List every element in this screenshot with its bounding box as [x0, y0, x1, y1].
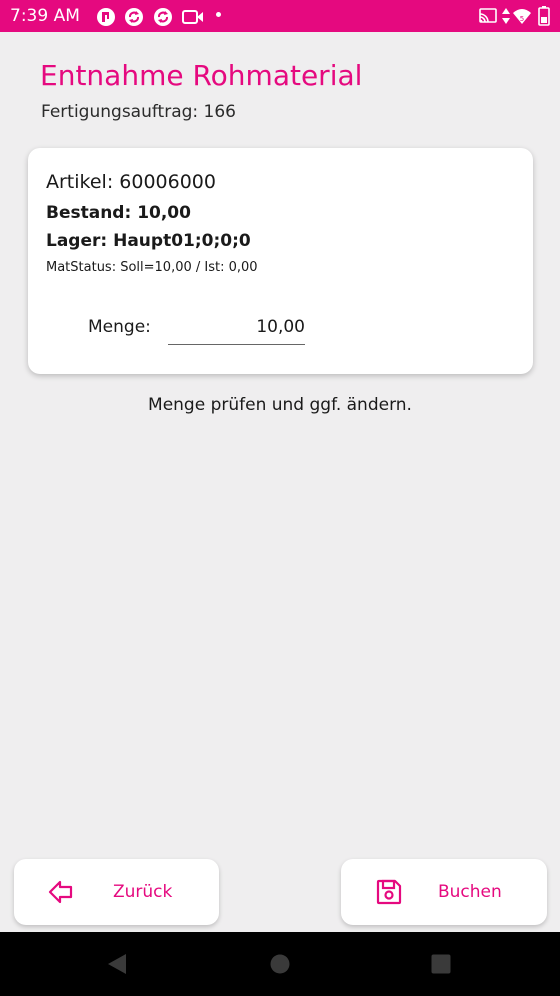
video-icon	[182, 10, 203, 24]
sync-icon	[125, 8, 143, 26]
status-dot	[216, 12, 221, 17]
data-arrows-icon	[502, 8, 510, 24]
sync-icon	[154, 8, 172, 26]
back-button[interactable]: Zurück	[14, 859, 219, 925]
book-button[interactable]: Buchen	[341, 859, 547, 925]
order-subtitle: Fertigungsauftrag: 166	[41, 102, 236, 122]
wifi-icon: 5	[513, 9, 531, 24]
hint-text: Menge prüfen und ggf. ändern.	[148, 395, 412, 415]
page-title: Entnahme Rohmaterial	[40, 59, 363, 92]
status-bar: 7:39 AM 5	[0, 0, 560, 32]
home-circle-icon[interactable]	[270, 954, 290, 974]
save-icon	[376, 879, 402, 905]
svg-text:5: 5	[520, 15, 524, 23]
quantity-input[interactable]	[168, 310, 305, 345]
battery-icon	[538, 6, 550, 26]
material-status-label: MatStatus: Soll=10,00 / Ist: 0,00	[46, 260, 258, 275]
recents-square-icon[interactable]	[431, 954, 451, 974]
stock-label: Bestand: 10,00	[46, 203, 191, 223]
system-nav-bar	[0, 932, 560, 996]
book-button-label: Buchen	[438, 882, 502, 902]
status-time: 7:39 AM	[10, 6, 80, 26]
back-triangle-icon[interactable]	[107, 953, 127, 975]
back-button-label: Zurück	[113, 882, 173, 902]
article-label: Artikel: 60006000	[46, 171, 216, 193]
storage-label: Lager: Haupt01;0;0;0	[46, 231, 251, 251]
notification-app-icon	[97, 8, 115, 26]
quantity-label: Menge:	[88, 317, 151, 337]
arrow-left-icon	[48, 880, 73, 904]
material-card: Artikel: 60006000 Bestand: 10,00 Lager: …	[28, 148, 533, 374]
cast-icon	[479, 8, 497, 23]
